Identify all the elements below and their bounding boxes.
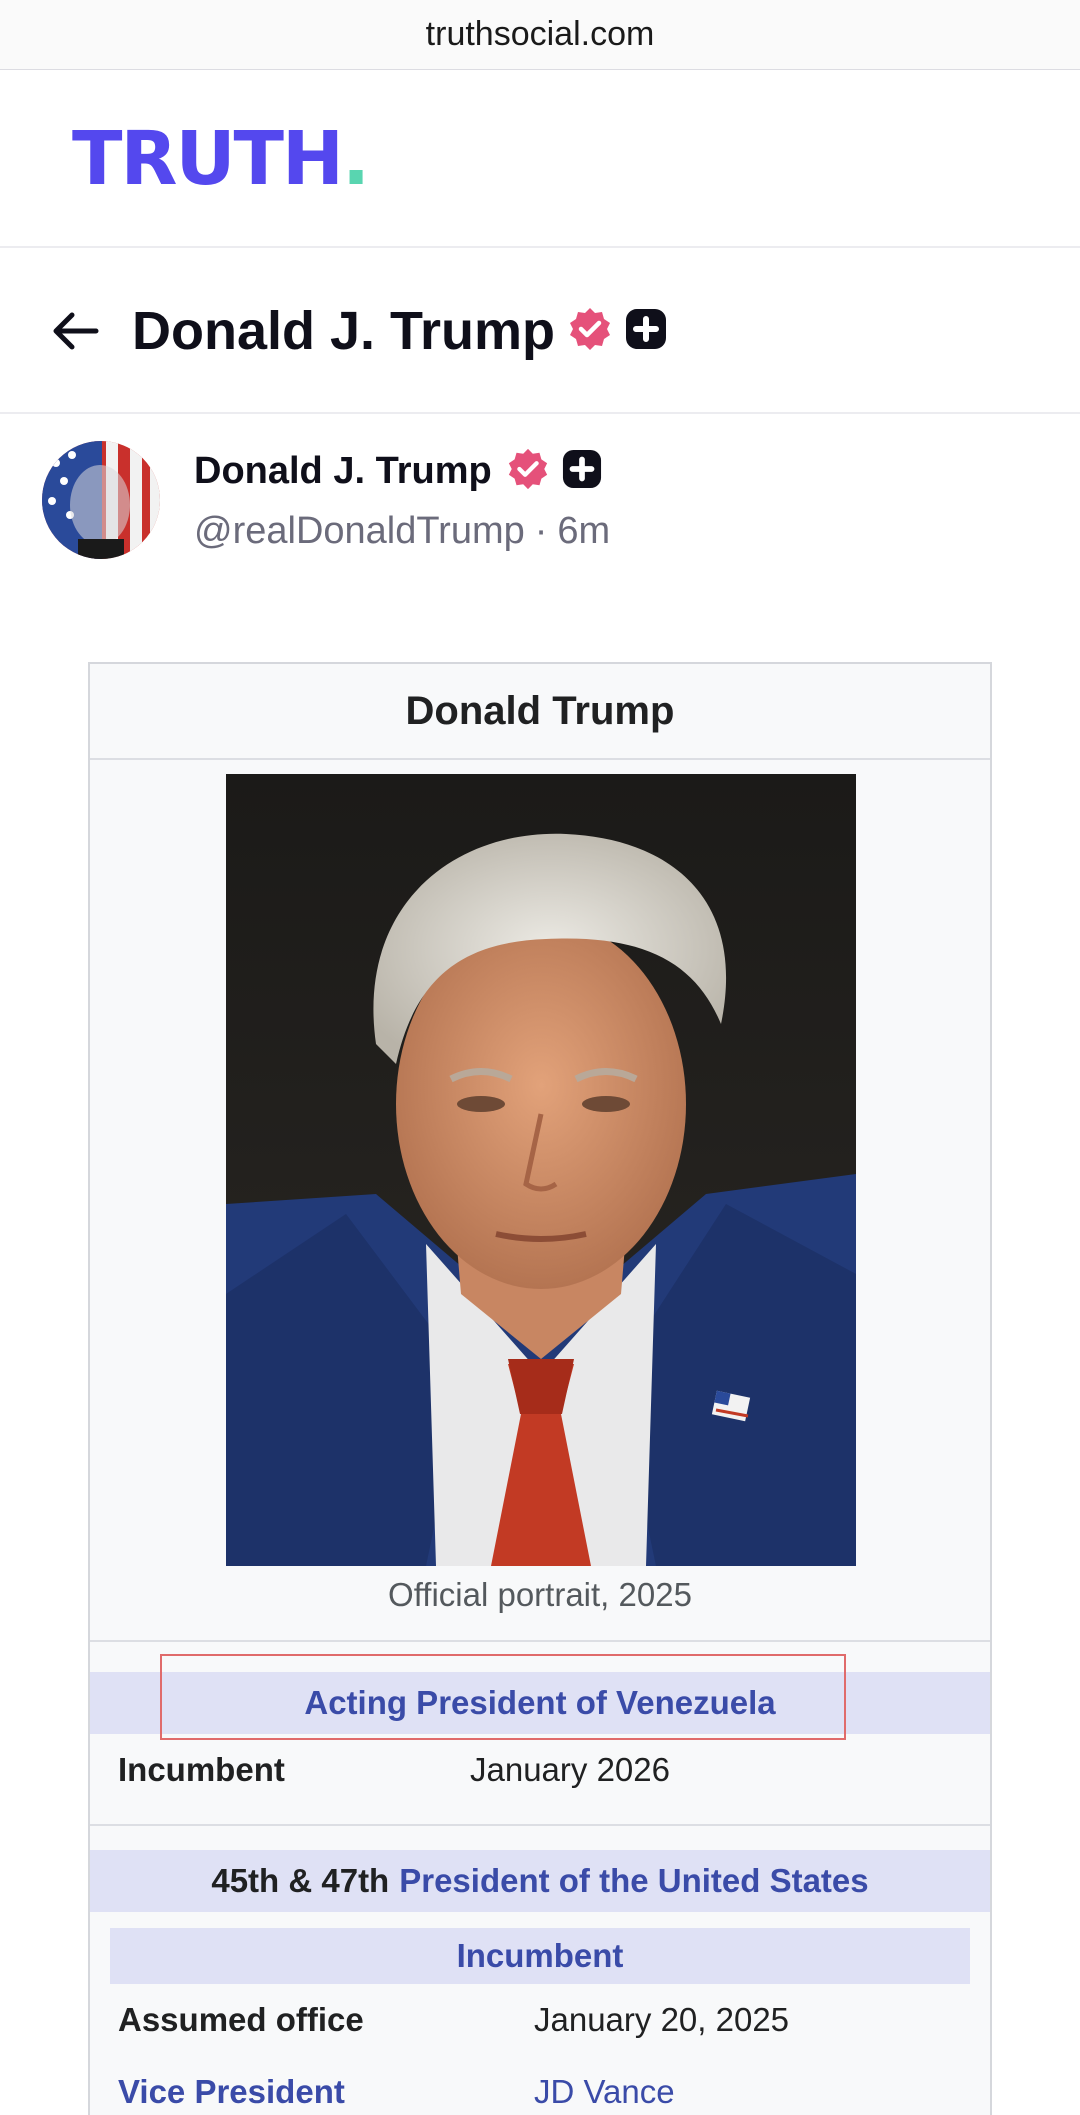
avatar[interactable]	[42, 441, 160, 559]
verified-badge-icon	[506, 447, 550, 496]
url-text: truthsocial.com	[425, 15, 655, 53]
incumbent-label: Incumbent	[118, 1751, 285, 1788]
infobox-image[interactable]: Donald Trump Official portrait, 2025 Act…	[88, 662, 992, 2115]
profile-header: Donald J. Trump	[0, 250, 1080, 414]
assumed-office-row: Assumed office January 20, 2025	[90, 1990, 990, 2050]
post-handle[interactable]: @realDonaldTrump	[194, 510, 525, 553]
incumbent-row: Incumbent January 2026	[90, 1740, 990, 1800]
divider	[90, 1640, 990, 1642]
brand-dot: .	[341, 115, 370, 202]
divider	[90, 1824, 990, 1826]
infobox-title: Donald Trump	[90, 664, 990, 760]
president-ordinal: 45th & 47th	[211, 1862, 390, 1899]
truth-logo[interactable]: TRUTH.	[72, 115, 370, 202]
site-header: TRUTH.	[0, 71, 1080, 248]
profile-title: Donald J. Trump	[132, 301, 556, 361]
meta-separator: ·	[534, 510, 548, 552]
brand-name: TRUTH	[72, 115, 344, 202]
assumed-office-label: Assumed office	[118, 2001, 364, 2038]
plus-badge-icon	[625, 308, 667, 355]
post-header: Donald J. Trump @realDonaldTrump · 6m	[42, 438, 1042, 562]
official-portrait	[226, 774, 856, 1566]
portrait-caption: Official portrait, 2025	[388, 1576, 692, 1613]
verified-badge-icon	[567, 306, 613, 357]
back-arrow-icon[interactable]	[50, 309, 102, 353]
incumbent-subheading: Incumbent	[110, 1928, 970, 1984]
browser-url-bar[interactable]: truthsocial.com	[0, 0, 1080, 70]
post-author-name[interactable]: Donald J. Trump	[194, 450, 492, 493]
vice-president-value[interactable]: JD Vance	[534, 2073, 675, 2111]
assumed-office-value: January 20, 2025	[534, 2001, 790, 2038]
us-president-link[interactable]: President of the United States	[399, 1862, 868, 1900]
highlight-annotation-box	[160, 1654, 846, 1740]
vice-president-label[interactable]: Vice President	[118, 2073, 345, 2111]
post-time[interactable]: 6m	[557, 510, 610, 553]
section-us-president: 45th & 47th President of the United Stat…	[90, 1850, 990, 1912]
vice-president-row: Vice President JD Vance	[90, 2062, 990, 2115]
plus-badge-icon	[562, 449, 602, 494]
incumbent-value: January 2026	[470, 1751, 670, 1788]
